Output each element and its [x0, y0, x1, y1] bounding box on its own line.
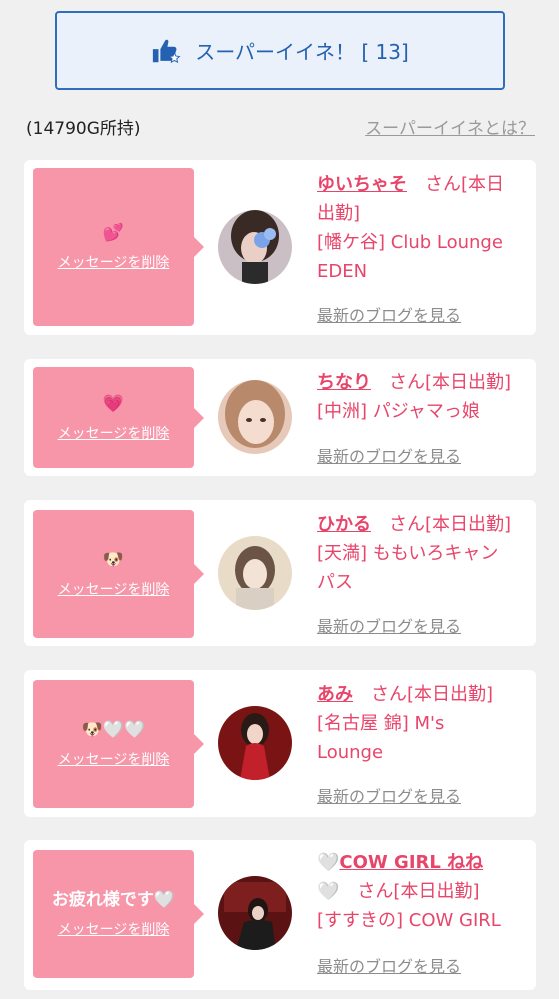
- cast-info: 🤍COW GIRL ねね 🤍 さん[本日出勤] [すすきの] COW GIRL: [317, 848, 527, 935]
- delete-message-link[interactable]: メッセージを削除: [58, 919, 170, 939]
- message-text: お疲れ様です🤍: [51, 890, 176, 910]
- message-text: 🐶🤍🤍: [81, 720, 146, 740]
- shop-name: [天満] ももいろキャン: [317, 543, 499, 564]
- super-like-label: スーパーイイネ！ [ 13]: [195, 40, 409, 64]
- blog-link[interactable]: 最新のブログを見る: [317, 783, 461, 807]
- status-text: さん[本日出勤]: [371, 514, 512, 535]
- message-bubble: お疲れ様です🤍 メッセージを削除: [33, 850, 204, 978]
- heart-icon: 🤍: [317, 852, 340, 873]
- shop-name: [幡ケ谷] Club Lounge: [317, 232, 503, 253]
- delete-message-link[interactable]: メッセージを削除: [58, 423, 170, 443]
- cast-info: ちなり さん[本日出勤] [中洲] パジャマっ娘: [317, 368, 527, 426]
- shop-name: [中洲] パジャマっ娘: [317, 401, 480, 422]
- delete-message-link[interactable]: メッセージを削除: [58, 252, 170, 272]
- shop-name: EDEN: [317, 261, 368, 282]
- points-balance: (14790G所持): [26, 119, 141, 139]
- shop-name: Lounge: [317, 742, 384, 763]
- shop-name: [すすきの] COW GIRL: [317, 910, 501, 931]
- cast-name-link[interactable]: COW GIRL ねね: [339, 852, 483, 873]
- status-text: さん[本日出勤]: [371, 372, 512, 393]
- message-bubble: 🐶🤍🤍 メッセージを削除: [33, 680, 204, 808]
- message-text: 💕: [102, 223, 125, 243]
- shop-name: パス: [317, 572, 353, 593]
- cast-info: あみ さん[本日出勤] [名古屋 錦] M's Lounge: [317, 680, 527, 767]
- cast-name-link[interactable]: あみ: [317, 684, 353, 705]
- cast-name-link[interactable]: ちなり: [317, 372, 371, 393]
- message-bubble: 🐶 メッセージを削除: [33, 510, 204, 638]
- heart-icon: 🤍: [317, 881, 340, 902]
- message-text: 🐶: [102, 550, 125, 570]
- status-text: さん[本日: [407, 174, 505, 195]
- thumbs-up-star-icon: [153, 39, 181, 63]
- cast-name-link[interactable]: ゆいちゃそ: [317, 174, 407, 195]
- avatar[interactable]: [218, 210, 292, 284]
- super-like-button[interactable]: スーパーイイネ！ [ 13]: [55, 11, 505, 90]
- cast-info: ゆいちゃそ さん[本日 出勤] [幡ケ谷] Club Lounge EDEN: [317, 170, 527, 286]
- blog-link[interactable]: 最新のブログを見る: [317, 613, 461, 637]
- cast-info: ひかる さん[本日出勤] [天満] ももいろキャン パス: [317, 510, 527, 597]
- message-text: 💗: [102, 393, 125, 414]
- delete-message-link[interactable]: メッセージを削除: [58, 749, 170, 769]
- message-bubble: 💗 メッセージを削除: [33, 367, 204, 468]
- avatar[interactable]: [218, 876, 292, 950]
- message-bubble: 💕 メッセージを削除: [33, 168, 204, 326]
- cast-name-link[interactable]: ひかる: [317, 514, 371, 535]
- avatar[interactable]: [218, 706, 292, 780]
- about-super-like-link[interactable]: スーパーイイネとは？: [365, 114, 535, 139]
- delete-message-link[interactable]: メッセージを削除: [58, 579, 170, 599]
- shop-name: [名古屋 錦] M's: [317, 713, 445, 734]
- status-text: さん[本日出勤]: [353, 684, 494, 705]
- status-text: さん[本日出勤]: [339, 881, 480, 902]
- blog-link[interactable]: 最新のブログを見る: [317, 953, 461, 977]
- blog-link[interactable]: 最新のブログを見る: [317, 302, 461, 326]
- avatar[interactable]: [218, 536, 292, 610]
- status-text: 出勤]: [317, 203, 361, 224]
- blog-link[interactable]: 最新のブログを見る: [317, 443, 461, 467]
- avatar[interactable]: [218, 380, 292, 454]
